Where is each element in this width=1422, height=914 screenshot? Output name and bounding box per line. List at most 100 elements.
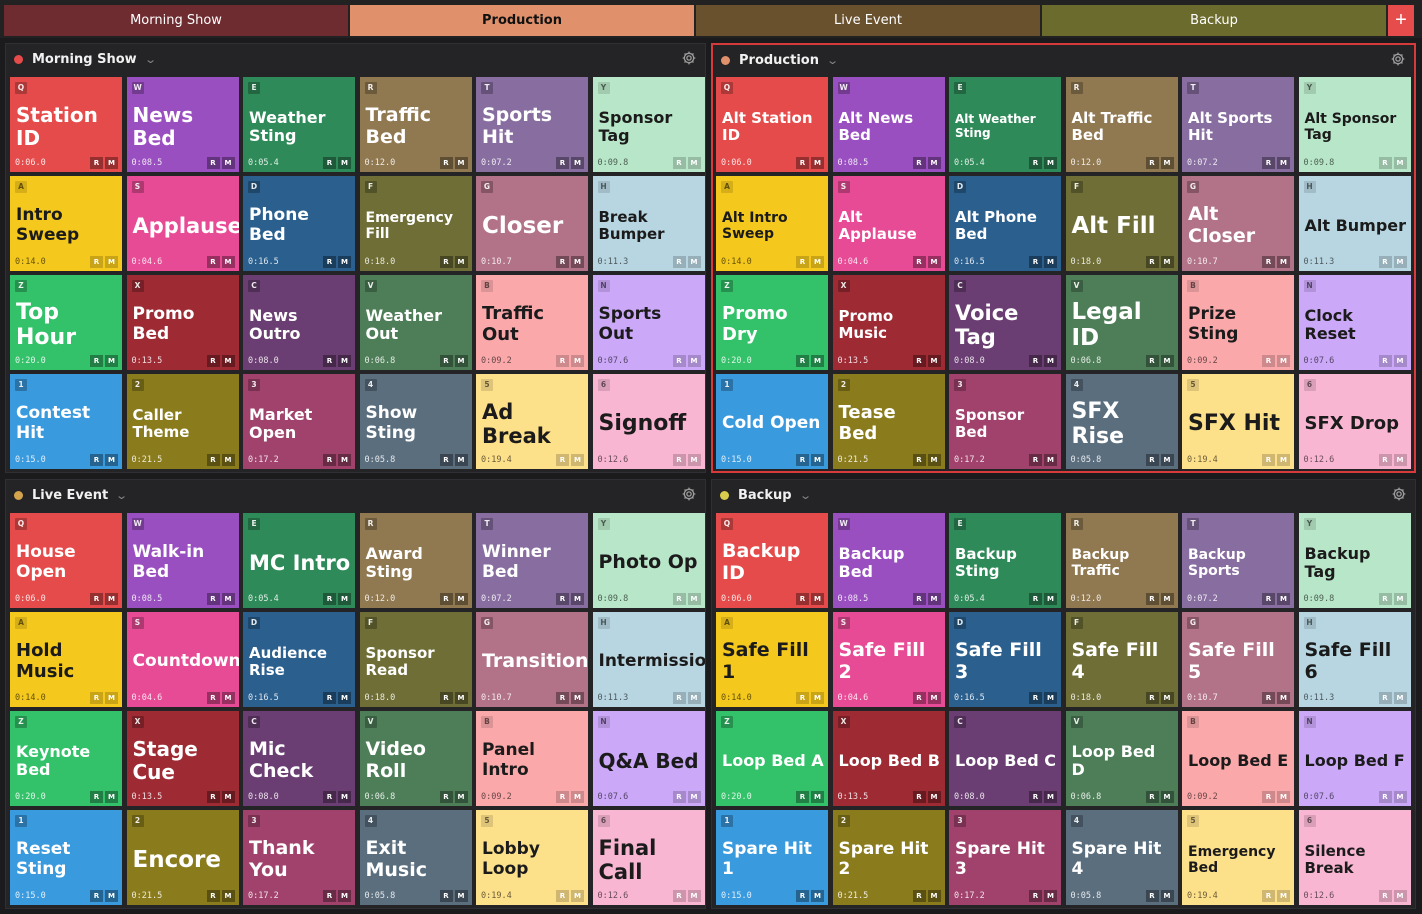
mute-button[interactable]: M [1160, 890, 1174, 902]
mute-button[interactable]: M [687, 593, 701, 605]
repeat-button[interactable]: R [90, 593, 103, 605]
repeat-button[interactable]: R [90, 256, 103, 268]
repeat-button[interactable]: R [1029, 256, 1042, 268]
cart-button[interactable]: D Alt Phone Bed 0:16.5 R M [949, 176, 1061, 271]
cart-button[interactable]: V Loop Bed D 0:06.8 R M [1065, 711, 1178, 806]
repeat-button[interactable]: R [1262, 692, 1275, 704]
panel-header[interactable]: Production ⌄ [713, 45, 1414, 75]
repeat-button[interactable]: R [1378, 791, 1392, 803]
repeat-button[interactable]: R [206, 593, 220, 605]
panel-header[interactable]: Live Event ⌄ [6, 480, 705, 510]
cart-button[interactable]: D Safe Fill 3 0:16.5 R M [949, 612, 1061, 707]
repeat-button[interactable]: R [323, 890, 336, 902]
mute-button[interactable]: M [1160, 355, 1174, 367]
mute-button[interactable]: M [454, 355, 468, 367]
repeat-button[interactable]: R [1145, 355, 1159, 367]
cart-button[interactable]: 2 Tease Bed 0:21.5 R M [832, 374, 945, 469]
mute-button[interactable]: M [687, 791, 701, 803]
cart-button[interactable]: N Loop Bed F 0:07.6 R M [1298, 711, 1411, 806]
mute-button[interactable]: M [1160, 791, 1174, 803]
repeat-button[interactable]: R [323, 355, 336, 367]
cart-button[interactable]: R Traffic Bed 0:12.0 R M [359, 77, 472, 172]
repeat-button[interactable]: R [1378, 256, 1392, 268]
repeat-button[interactable]: R [796, 791, 809, 803]
cart-button[interactable]: 2 Encore 0:21.5 R M [126, 810, 239, 905]
mute-button[interactable]: M [571, 791, 584, 803]
repeat-button[interactable]: R [796, 157, 809, 169]
cart-button[interactable]: 1 Contest Hit 0:15.0 R M [10, 374, 122, 469]
repeat-button[interactable]: R [90, 890, 103, 902]
cart-button[interactable]: E Alt Weather Sting 0:05.4 R M [949, 77, 1061, 172]
mute-button[interactable]: M [927, 454, 941, 466]
repeat-button[interactable]: R [796, 890, 809, 902]
cart-button[interactable]: Y Photo Op 0:09.8 R M [592, 513, 705, 608]
cart-button[interactable]: 1 Cold Open 0:15.0 R M [716, 374, 828, 469]
repeat-button[interactable]: R [439, 157, 453, 169]
cart-button[interactable]: 3 Spare Hit 3 0:17.2 R M [949, 810, 1061, 905]
repeat-button[interactable]: R [1145, 256, 1159, 268]
repeat-button[interactable]: R [206, 355, 220, 367]
mute-button[interactable]: M [338, 256, 351, 268]
add-tab-button[interactable]: + [1388, 5, 1414, 36]
repeat-button[interactable]: R [912, 157, 926, 169]
repeat-button[interactable]: R [912, 355, 926, 367]
mute-button[interactable]: M [1044, 454, 1057, 466]
repeat-button[interactable]: R [556, 355, 569, 367]
mute-button[interactable]: M [927, 256, 941, 268]
cart-button[interactable]: Y Backup Tag 0:09.8 R M [1298, 513, 1411, 608]
cart-button[interactable]: Z Promo Dry 0:20.0 R M [716, 275, 828, 370]
cart-button[interactable]: G Alt Closer 0:10.7 R M [1182, 176, 1294, 271]
repeat-button[interactable]: R [323, 454, 336, 466]
repeat-button[interactable]: R [912, 593, 926, 605]
repeat-button[interactable]: R [206, 157, 220, 169]
cart-button[interactable]: Y Sponsor Tag 0:09.8 R M [592, 77, 705, 172]
tab-morning-show[interactable]: Morning Show [4, 5, 348, 36]
mute-button[interactable]: M [811, 692, 824, 704]
mute-button[interactable]: M [927, 355, 941, 367]
cart-button[interactable]: E MC Intro 0:05.4 R M [243, 513, 355, 608]
mute-button[interactable]: M [1277, 256, 1290, 268]
cart-button[interactable]: F Alt Fill 0:18.0 R M [1065, 176, 1178, 271]
mute-button[interactable]: M [338, 791, 351, 803]
mute-button[interactable]: M [687, 355, 701, 367]
repeat-button[interactable]: R [90, 692, 103, 704]
repeat-button[interactable]: R [439, 692, 453, 704]
repeat-button[interactable]: R [556, 791, 569, 803]
cart-button[interactable]: A Hold Music 0:14.0 R M [10, 612, 122, 707]
repeat-button[interactable]: R [556, 157, 569, 169]
cart-button[interactable]: 3 Sponsor Bed 0:17.2 R M [949, 374, 1061, 469]
cart-button[interactable]: H Intermission 0:11.3 RM [592, 612, 705, 707]
cart-button[interactable]: 6 Final Call 0:12.6 R M [592, 810, 705, 905]
repeat-button[interactable]: R [1378, 355, 1392, 367]
repeat-button[interactable]: R [1029, 454, 1042, 466]
mute-button[interactable]: M [221, 256, 235, 268]
repeat-button[interactable]: R [206, 890, 220, 902]
mute-button[interactable]: M [811, 157, 824, 169]
cart-button[interactable]: S Safe Fill 2 0:04.6 R M [832, 612, 945, 707]
repeat-button[interactable]: R [912, 454, 926, 466]
mute-button[interactable]: M [571, 593, 584, 605]
cart-button[interactable]: X Loop Bed B 0:13.5 R M [832, 711, 945, 806]
repeat-button[interactable]: R [206, 256, 220, 268]
mute-button[interactable]: M [105, 454, 118, 466]
cart-button[interactable]: 6 Signoff 0:12.6 R M [592, 374, 705, 469]
cart-button[interactable]: X Promo Bed 0:13.5 R M [126, 275, 239, 370]
mute-button[interactable]: M [927, 791, 941, 803]
cart-button[interactable]: E Backup Sting 0:05.4 R M [949, 513, 1061, 608]
cart-button[interactable]: 2 Spare Hit 2 0:21.5 R M [832, 810, 945, 905]
mute-button[interactable]: M [571, 355, 584, 367]
cart-button[interactable]: R Award Sting 0:12.0 R M [359, 513, 472, 608]
mute-button[interactable]: M [811, 593, 824, 605]
mute-button[interactable]: M [811, 791, 824, 803]
repeat-button[interactable]: R [1262, 454, 1275, 466]
cart-button[interactable]: F Safe Fill 4 0:18.0 R M [1065, 612, 1178, 707]
repeat-button[interactable]: R [912, 791, 926, 803]
repeat-button[interactable]: R [672, 692, 686, 704]
mute-button[interactable]: M [1277, 692, 1290, 704]
repeat-button[interactable]: R [796, 692, 809, 704]
repeat-button[interactable]: R [1378, 692, 1392, 704]
mute-button[interactable]: M [338, 593, 351, 605]
cart-button[interactable]: A Safe Fill 1 0:14.0 R M [716, 612, 828, 707]
mute-button[interactable]: M [1044, 593, 1057, 605]
mute-button[interactable]: M [105, 256, 118, 268]
